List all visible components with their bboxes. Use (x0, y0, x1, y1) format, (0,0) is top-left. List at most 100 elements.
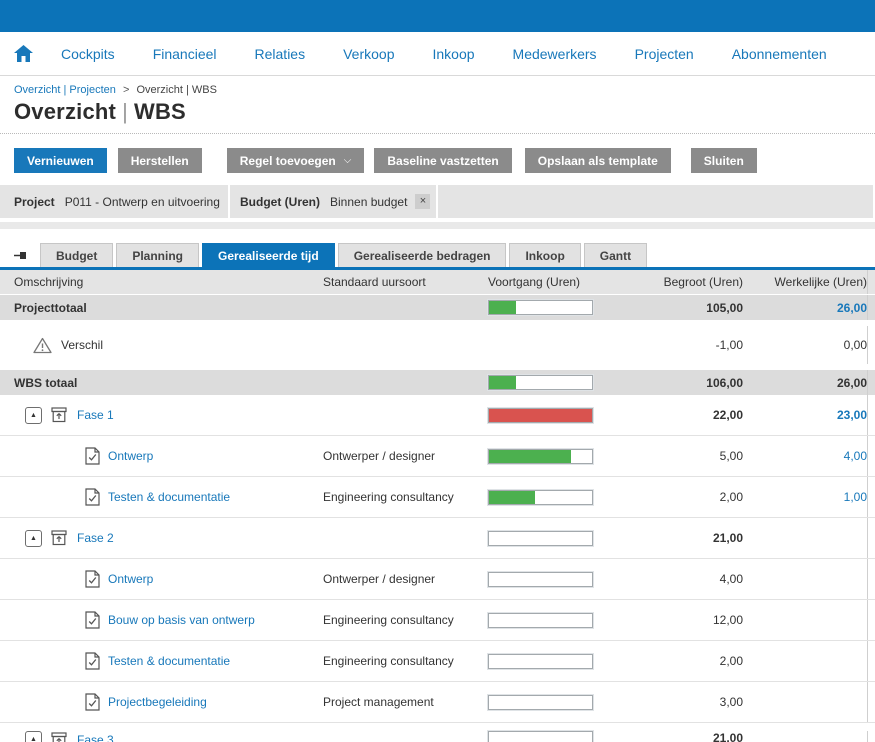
task-document-icon (85, 488, 100, 506)
filter-project-value: P011 - Ontwerp en uitvoering (65, 195, 220, 209)
row-begroot: 21,00 (610, 531, 743, 545)
tab-planning[interactable]: Planning (116, 243, 199, 267)
table-header-row: Omschrijving Standaard uursoort Voortgan… (0, 270, 875, 295)
home-button[interactable] (14, 45, 33, 62)
row-progress-cell (480, 695, 610, 710)
home-icon (14, 45, 33, 62)
row-label: Verschil (61, 338, 103, 352)
row-begroot: 2,00 (610, 654, 743, 668)
task-link[interactable]: Bouw op basis van ontwerp (108, 613, 255, 627)
row-werkelijke: 0,00 (844, 338, 867, 352)
progress-bar (488, 695, 593, 710)
task-document-icon (85, 570, 100, 588)
filter-project-label: Project (14, 195, 55, 209)
sluiten-button[interactable]: Sluiten (691, 148, 757, 173)
row-progress-cell (480, 572, 610, 587)
page-title-left: Overzicht (14, 99, 116, 124)
filter-budget[interactable]: Budget (Uren) Binnen budget × (230, 185, 436, 218)
task-link[interactable]: Testen & documentatie (108, 490, 230, 504)
table-row-projecttotaal: Projecttotaal 105,00 26,00 (0, 295, 875, 320)
phase-link[interactable]: Fase 1 (77, 408, 114, 422)
page-title-right: WBS (134, 99, 186, 124)
col-header-begroot[interactable]: Begroot (Uren) (610, 275, 743, 289)
row-werkelijke-link[interactable]: 4,00 (844, 449, 867, 463)
nav-item-medewerkers[interactable]: Medewerkers (513, 46, 597, 62)
task-link[interactable]: Projectbegeleiding (108, 695, 207, 709)
nav-item-projecten[interactable]: Projecten (635, 46, 694, 62)
filter-budget-value: Binnen budget (330, 195, 407, 209)
task-link[interactable]: Ontwerp (108, 449, 153, 463)
regel-toevoegen-button[interactable]: Regel toevoegen ⌵ (227, 148, 365, 173)
opslaan-als-template-button[interactable]: Opslaan als template (525, 148, 671, 173)
phase-link[interactable]: Fase 2 (77, 531, 114, 545)
triangle-up-icon: ▲ (30, 535, 37, 542)
progress-bar (488, 490, 593, 505)
progress-bar (488, 449, 593, 464)
nav-item-abonnementen[interactable]: Abonnementen (732, 46, 827, 62)
nav-item-financieel[interactable]: Financieel (153, 46, 217, 62)
row-progress-cell (480, 731, 610, 742)
tabs-row: Budget Planning Gerealiseerde tijd Gerea… (0, 243, 875, 267)
table-row-fase-2: ▲ Fase 2 21,00 (0, 518, 875, 559)
nav-item-relaties[interactable]: Relaties (255, 46, 306, 62)
filter-bar: Project P011 - Ontwerp en uitvoering Bud… (0, 185, 875, 218)
row-werkelijke-link[interactable]: 26,00 (837, 301, 867, 315)
table-row-projectbegeleiding: Projectbegeleiding Project management 3,… (0, 682, 875, 723)
row-werkelijke-link[interactable]: 23,00 (837, 408, 867, 422)
nav-item-verkoop[interactable]: Verkoop (343, 46, 394, 62)
row-progress-cell (480, 449, 610, 464)
table-row-ontwerp-1: Ontwerp Ontwerper / designer 5,00 4,00 (0, 436, 875, 477)
row-label: WBS totaal (0, 376, 323, 390)
triangle-up-icon: ▲ (30, 412, 37, 419)
archive-icon[interactable] (51, 530, 67, 546)
row-begroot: 22,00 (610, 408, 743, 422)
row-uursoort: Engineering consultancy (323, 490, 480, 504)
page-title: Overzicht|WBS (14, 99, 861, 125)
col-header-voortgang[interactable]: Voortgang (Uren) (480, 275, 610, 289)
table-row-ontwerp-2: Ontwerp Ontwerper / designer 4,00 (0, 559, 875, 600)
nav-item-inkoop[interactable]: Inkoop (432, 46, 474, 62)
row-begroot: -1,00 (610, 338, 743, 352)
filter-project[interactable]: Project P011 - Ontwerp en uitvoering (0, 185, 228, 218)
herstellen-button[interactable]: Herstellen (118, 148, 202, 173)
col-header-omschrijving[interactable]: Omschrijving (0, 275, 323, 289)
vernieuwen-button[interactable]: Vernieuwen (14, 148, 107, 173)
baseline-vastzetten-button[interactable]: Baseline vastzetten (374, 148, 511, 173)
collapse-button[interactable]: ▲ (25, 731, 42, 742)
tab-gerealiseerde-tijd[interactable]: Gerealiseerde tijd (202, 243, 335, 267)
page-title-divider: | (116, 99, 134, 124)
regel-toevoegen-label: Regel toevoegen (240, 154, 336, 168)
table-row-testen-1: Testen & documentatie Engineering consul… (0, 477, 875, 518)
phase-link[interactable]: Fase 3 (77, 733, 114, 742)
archive-icon[interactable] (51, 407, 67, 423)
chevron-down-icon: ⌵ (344, 155, 352, 166)
pin-tabs-button[interactable] (14, 243, 40, 267)
tab-gantt[interactable]: Gantt (584, 243, 647, 267)
task-document-icon (85, 652, 100, 670)
row-werkelijke-link[interactable]: 1,00 (844, 490, 867, 504)
progress-bar (488, 531, 593, 546)
collapse-button[interactable]: ▲ (25, 530, 42, 547)
breadcrumb-current: Overzicht | WBS (136, 84, 216, 96)
triangle-up-icon: ▲ (30, 736, 37, 742)
nav-item-cockpits[interactable]: Cockpits (61, 46, 115, 62)
task-link[interactable]: Ontwerp (108, 572, 153, 586)
filter-budget-remove-button[interactable]: × (415, 194, 430, 209)
row-progress-cell (480, 654, 610, 669)
table-row-wbs-totaal: WBS totaal 106,00 26,00 (0, 370, 875, 395)
col-header-werkelijke[interactable]: Werkelijke (Uren) (743, 270, 868, 294)
row-begroot: 106,00 (610, 376, 743, 390)
breadcrumb-parent-link[interactable]: Overzicht | Projecten (14, 84, 116, 96)
col-header-uursoort[interactable]: Standaard uursoort (323, 275, 480, 289)
archive-icon[interactable] (51, 732, 67, 742)
tab-inkoop[interactable]: Inkoop (509, 243, 580, 267)
table-row-fase-3: ▲ Fase 3 21,00 (0, 723, 875, 742)
page-header: Overzicht | Projecten > Overzicht | WBS … (0, 76, 875, 134)
tab-gerealiseerde-bedragen[interactable]: Gerealiseerde bedragen (338, 243, 507, 267)
collapse-button[interactable]: ▲ (25, 407, 42, 424)
row-label: Projecttotaal (0, 301, 323, 315)
tab-budget[interactable]: Budget (40, 243, 113, 267)
task-link[interactable]: Testen & documentatie (108, 654, 230, 668)
tabs-zone: Budget Planning Gerealiseerde tijd Gerea… (0, 243, 875, 270)
breadcrumb: Overzicht | Projecten > Overzicht | WBS (14, 84, 861, 96)
